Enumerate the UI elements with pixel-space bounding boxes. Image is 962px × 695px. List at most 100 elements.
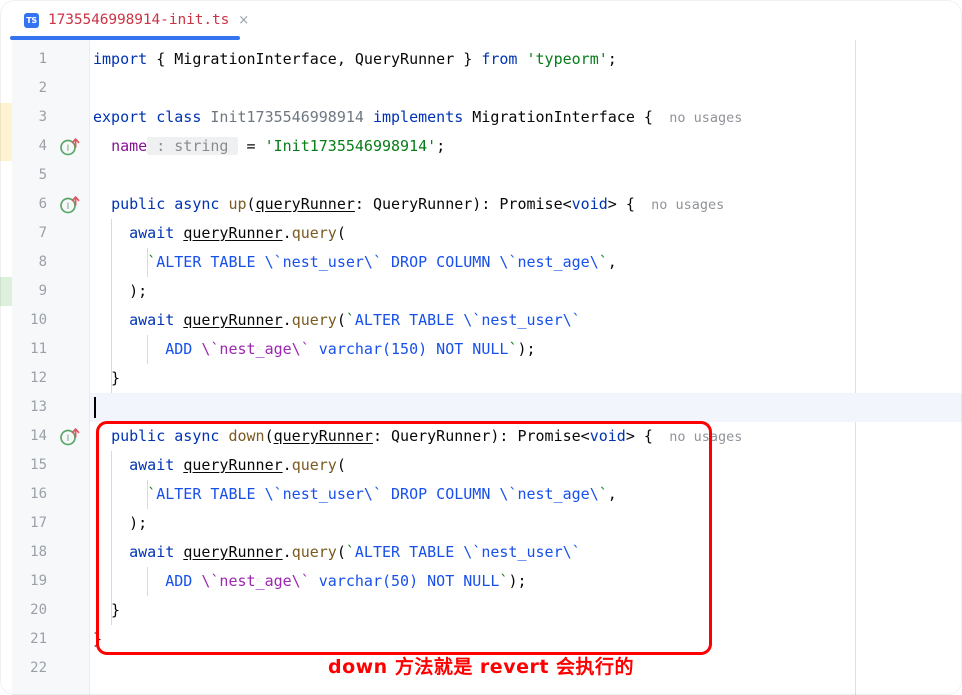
line-number: 1 xyxy=(38,51,47,67)
line-number: 9 xyxy=(38,283,47,299)
code-token: varchar( xyxy=(309,572,392,590)
code-line[interactable]: } xyxy=(93,625,102,654)
code-line[interactable]: ADD \`nest_age\` varchar(50) NOT NULL`); xyxy=(93,567,527,596)
editor-surface[interactable]: 1 2 3 4 5 6 7 8 9 10 11 12 13 14 15 16 17 18 19 20 21 22 I I I i… xyxy=(0,40,962,695)
line-number: 21 xyxy=(30,631,47,647)
close-icon[interactable]: × xyxy=(238,14,249,27)
line-number: 10 xyxy=(30,312,47,328)
line-number: 11 xyxy=(30,341,47,357)
code-token: ( xyxy=(336,311,346,329)
code-token: ` xyxy=(345,311,355,329)
code-token: 'Init1735546998914' xyxy=(264,137,437,155)
code-token: ` xyxy=(147,253,157,271)
code-token: ( xyxy=(264,427,274,445)
code-token: Init1735546998914 xyxy=(210,108,364,126)
code-line[interactable]: } xyxy=(93,364,120,393)
implementing-member-icon[interactable]: I xyxy=(59,190,85,219)
code-token: ); xyxy=(93,514,148,532)
code-token: } xyxy=(93,601,121,619)
code-line[interactable]: name : string = 'Init1735546998914'; xyxy=(93,132,445,161)
line-number: 2 xyxy=(38,80,47,96)
code-token: , xyxy=(607,253,617,271)
code-token: ALTER TABLE \`nest_user\` xyxy=(354,311,581,329)
code-token: : QueryRunner): Promise< xyxy=(354,195,572,213)
annotation-caption: down 方法就是 revert 会执行的 xyxy=(327,656,635,678)
code-token: 150 xyxy=(391,340,419,358)
code-token: ` xyxy=(598,485,608,503)
code-token: \`nest_age\` xyxy=(201,340,310,358)
code-token: . xyxy=(282,311,292,329)
code-token: ` xyxy=(147,485,157,503)
code-token: MigrationInterface { xyxy=(463,108,653,126)
code-line[interactable]: ADD \`nest_age\` varchar(150) NOT NULL`)… xyxy=(93,335,535,364)
code-line[interactable]: } xyxy=(93,596,120,625)
line-number: 5 xyxy=(38,167,47,183)
code-token: query xyxy=(291,224,337,242)
code-line[interactable]: ); xyxy=(93,509,147,538)
code-token: . xyxy=(282,456,292,474)
code-line[interactable]: await queryRunner.query( xyxy=(93,451,346,480)
line-number: 7 xyxy=(38,225,47,241)
code-token: ) NOT NULL xyxy=(418,340,509,358)
parameter-token: queryRunner xyxy=(255,195,355,213)
code-token: async xyxy=(174,195,220,213)
code-token: query xyxy=(291,543,337,561)
line-number: 16 xyxy=(30,486,47,502)
code-token: ALTER TABLE \`nest_user\` DROP COLUMN \`… xyxy=(156,485,599,503)
code-token: : string xyxy=(147,137,238,155)
current-line-highlight xyxy=(90,393,962,422)
code-token: . xyxy=(282,543,292,561)
line-number: 8 xyxy=(38,254,47,270)
code-line[interactable]: ); xyxy=(93,277,147,306)
code-token: await xyxy=(129,456,175,474)
editor-gutter[interactable]: 1 2 3 4 5 6 7 8 9 10 11 12 13 14 15 16 17 18 19 20 21 22 I I I xyxy=(12,40,90,695)
parameter-token: queryRunner xyxy=(183,311,283,329)
code-token: await xyxy=(129,224,175,242)
code-line[interactable]: `ALTER TABLE \`nest_user\` DROP COLUMN \… xyxy=(93,480,617,509)
code-token: ; xyxy=(436,137,446,155)
svg-text:I: I xyxy=(67,434,70,444)
code-token: } xyxy=(93,630,103,648)
code-token: query xyxy=(291,311,337,329)
code-token: export xyxy=(93,108,148,126)
editor-tab-active[interactable]: TS 1735546998914-init.ts × xyxy=(10,0,257,40)
code-line[interactable]: export class Init1735546998914 implement… xyxy=(93,103,742,132)
line-number: 20 xyxy=(30,602,47,618)
code-token: from xyxy=(481,50,518,68)
line-number: 13 xyxy=(30,399,47,415)
typescript-file-icon: TS xyxy=(24,12,39,28)
code-token: { MigrationInterface, QueryRunner } xyxy=(147,50,482,68)
code-line[interactable]: public async down(queryRunner: QueryRunn… xyxy=(93,422,742,451)
code-editor-window: TS 1735546998914-init.ts × 1 2 3 4 5 6 7 8 9 10 11… xyxy=(0,0,962,695)
code-token: > { xyxy=(625,427,653,445)
editor-code-area[interactable]: import { MigrationInterface, QueryRunner… xyxy=(90,40,962,695)
implementing-member-icon[interactable]: I xyxy=(59,132,85,161)
code-line[interactable]: await queryRunner.query( xyxy=(93,219,346,248)
code-line[interactable]: import { MigrationInterface, QueryRunner… xyxy=(93,45,617,74)
code-token: varchar( xyxy=(309,340,392,358)
implementing-member-icon[interactable]: I xyxy=(59,422,85,451)
code-line[interactable]: `ALTER TABLE \`nest_user\` DROP COLUMN \… xyxy=(93,248,617,277)
line-number: 14 xyxy=(30,428,47,444)
code-token: ); xyxy=(508,572,527,590)
code-token: down xyxy=(228,427,265,445)
line-number: 4 xyxy=(38,138,47,154)
code-line[interactable]: await queryRunner.query(`ALTER TABLE \`n… xyxy=(93,306,581,335)
code-token: . xyxy=(282,224,292,242)
code-token: ( xyxy=(336,224,346,242)
parameter-token: queryRunner xyxy=(183,224,283,242)
code-line[interactable]: public async up(queryRunner: QueryRunner… xyxy=(93,190,724,219)
code-line[interactable]: await queryRunner.query(`ALTER TABLE \`n… xyxy=(93,538,581,567)
